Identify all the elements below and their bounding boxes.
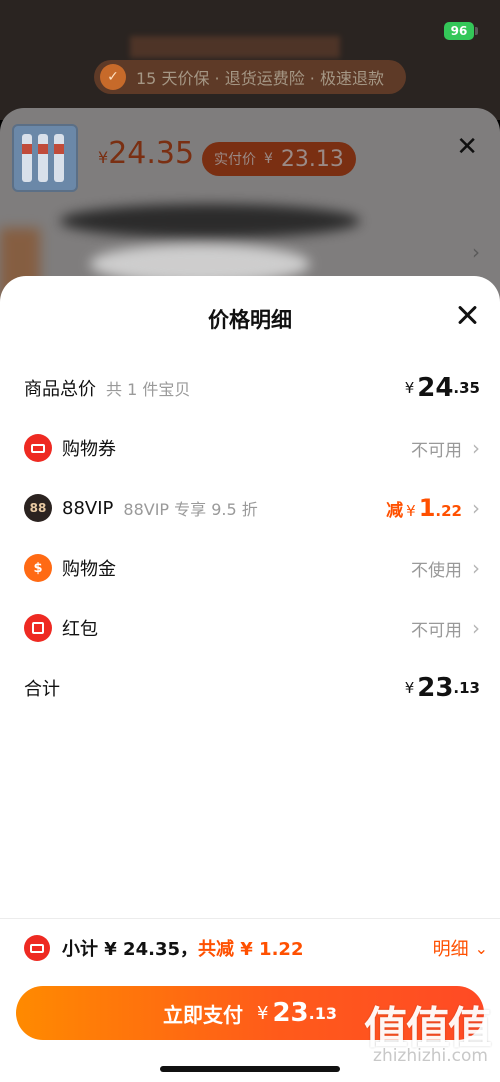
row-label: 购物金 (62, 559, 116, 580)
red-packet-icon (24, 614, 52, 642)
subtotal-text: 小计 ¥ 24.35， (62, 939, 198, 960)
row-sub: 共 1 件宝贝 (106, 380, 191, 399)
chevron-down-icon: ⌄ (474, 938, 488, 958)
battery-indicator: 96 (444, 22, 474, 40)
coupon-icon (24, 434, 52, 462)
product-thumbnail (12, 124, 78, 192)
guarantee-banner: ✓ 15 天价保 · 退货运费险 · 极速退款 (94, 60, 406, 94)
footer-divider (0, 918, 500, 919)
reduced-text: 共减 ¥ 1.22 (198, 939, 304, 960)
row-goods-total: 商品总价 共 1 件宝贝 ¥24.35 (24, 368, 480, 408)
close-icon[interactable]: ✕ (456, 132, 478, 162)
total-amount: ¥23.13 (404, 673, 480, 703)
guarantee-text: 15 天价保 · 退货运费险 · 极速退款 (136, 69, 384, 88)
row-label: 红包 (62, 619, 98, 640)
goods-total-amount: ¥24.35 (404, 373, 480, 403)
footer-summary: 小计 ¥ 24.35， 共减 ¥ 1.22 明细 ⌄ (24, 930, 488, 966)
banner-title (130, 36, 340, 58)
vip-88-icon: 88 (24, 494, 52, 522)
chevron-right-icon: › (472, 436, 480, 460)
row-sub: 88VIP 专享 9.5 折 (123, 500, 258, 519)
battery-tip (475, 27, 478, 35)
row-label: 88VIP (62, 497, 114, 519)
shield-icon: ✓ (100, 64, 126, 90)
chevron-right-icon: › (472, 556, 480, 580)
product-price: ¥24.35 (98, 136, 195, 171)
detail-toggle[interactable]: 明细 ⌄ (433, 935, 488, 961)
row-total: 合计 ¥23.13 (24, 668, 480, 708)
row-shopping-gold[interactable]: $ 购物金 不使用 › (24, 548, 480, 588)
row-status: 不可用 (411, 440, 462, 461)
panel-title: 价格明细 (208, 308, 292, 332)
row-label: 商品总价 (24, 379, 96, 400)
chevron-right-icon: › (472, 240, 480, 264)
row-red-packet[interactable]: 红包 不可用 › (24, 608, 480, 648)
redaction-smudge (60, 204, 360, 238)
chevron-right-icon: › (472, 496, 480, 520)
gold-icon: $ (24, 554, 52, 582)
row-label: 购物券 (62, 439, 116, 460)
home-indicator (160, 1066, 340, 1072)
vip-discount-amount: 减 ¥1.22 (386, 494, 462, 522)
chevron-right-icon: › (472, 616, 480, 640)
row-88vip[interactable]: 88 88VIP 88VIP 专享 9.5 折 减 ¥1.22 › (24, 488, 480, 528)
row-status: 不使用 (411, 560, 462, 581)
coupon-icon (24, 935, 50, 961)
close-icon[interactable] (454, 302, 480, 328)
pay-button-label: 立即支付 (163, 1002, 243, 1027)
row-status: 不可用 (411, 620, 462, 641)
row-coupon[interactable]: 购物券 不可用 › (24, 428, 480, 468)
watermark-url: zhizhizhi.com (373, 1046, 488, 1066)
paid-price-pill: 实付价 ¥ 23.13 (202, 142, 356, 176)
row-label: 合计 (24, 679, 60, 700)
detail-toggle-label: 明细 (432, 939, 469, 960)
